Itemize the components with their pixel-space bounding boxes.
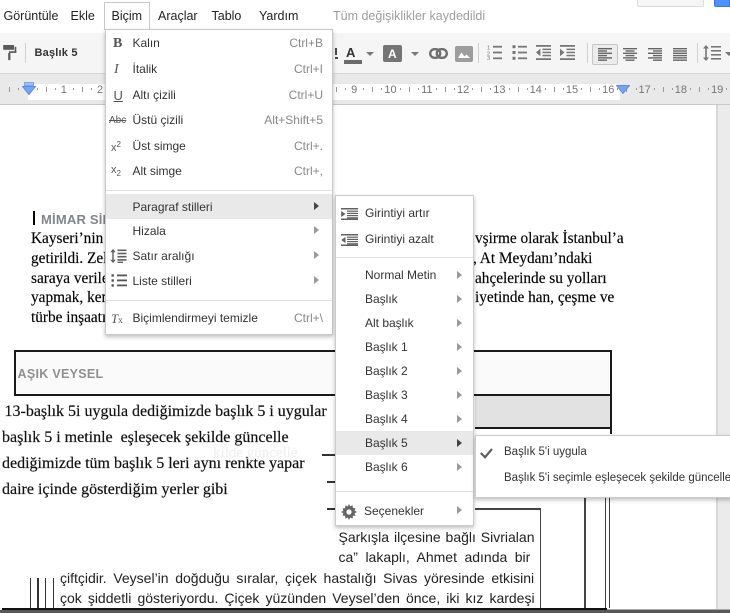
svg-text:3: 3 — [487, 56, 490, 60]
